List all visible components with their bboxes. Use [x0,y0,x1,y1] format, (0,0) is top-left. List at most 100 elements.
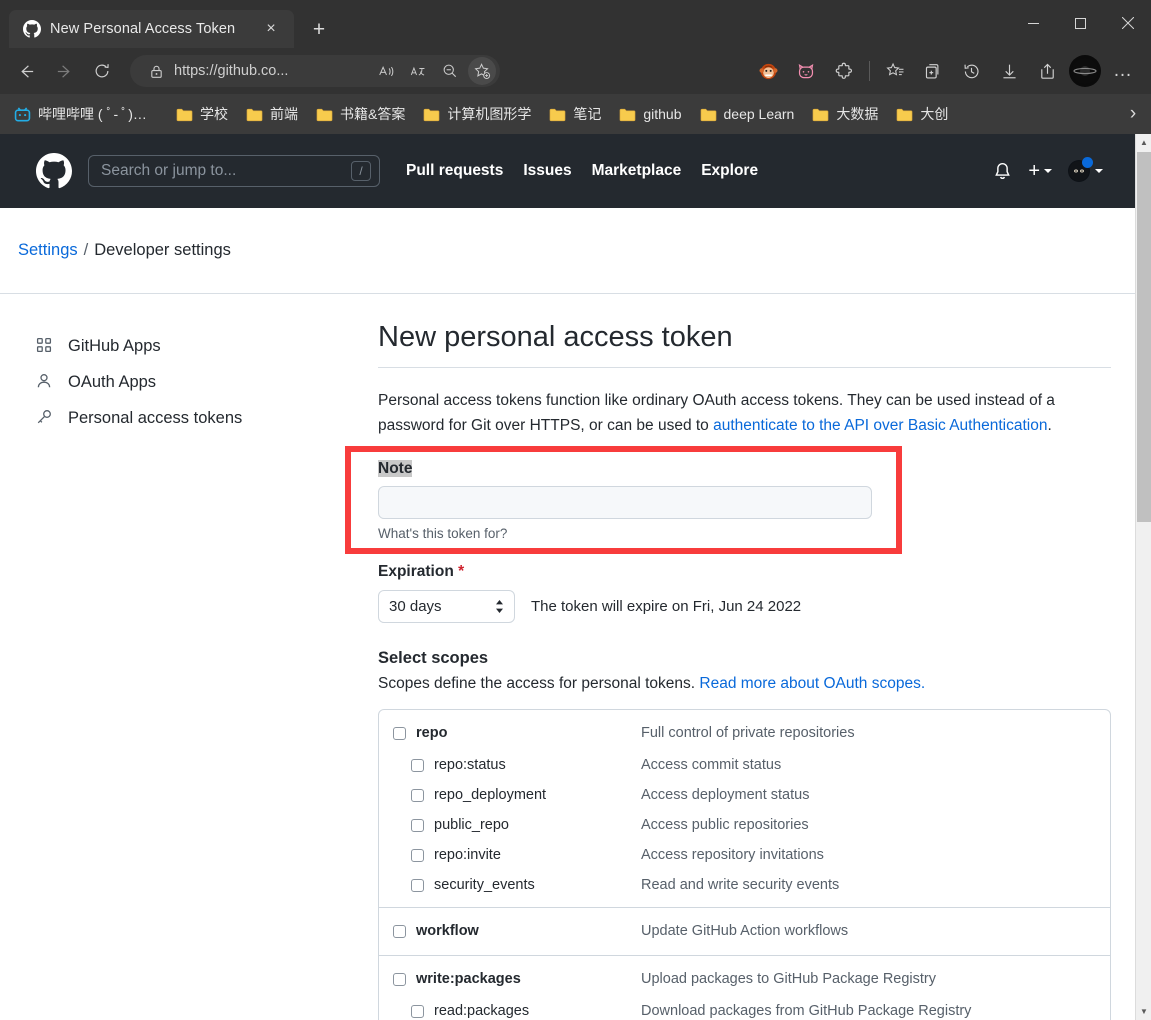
api-auth-link[interactable]: authenticate to the API over Basic Authe… [713,417,1047,434]
header-right: + [993,157,1119,183]
nav-marketplace[interactable]: Marketplace [592,162,682,180]
oauth-scopes-link[interactable]: Read more about OAuth scopes. [699,675,925,692]
sidebar-item-github-apps[interactable]: GitHub Apps [36,328,378,364]
bell-icon[interactable] [993,162,1012,181]
close-window-icon[interactable] [1104,0,1151,46]
minimize-icon[interactable] [1010,0,1057,46]
new-tab-button[interactable]: + [302,12,336,46]
scope-row[interactable]: repo Full control of private repositorie… [379,716,1110,750]
add-favorite-icon[interactable] [468,57,496,85]
intro-paragraph: Personal access tokens function like ord… [378,388,1058,438]
note-input[interactable] [378,486,872,520]
browser-tab[interactable]: New Personal Access Token × [9,10,294,48]
translate-icon[interactable] [404,57,432,85]
history-icon[interactable] [953,54,989,88]
scope-row[interactable]: repo:status Access commit status [379,750,1110,780]
create-new-button[interactable]: + [1028,160,1052,183]
expiration-label-text: Expiration [378,563,454,581]
sidebar-item-oauth-apps[interactable]: OAuth Apps [36,364,378,400]
downloads-icon[interactable] [991,54,1027,88]
refresh-icon[interactable] [84,54,120,88]
github-page: Search or jump to... / Pull requests Iss… [0,134,1135,1020]
scope-description: Access deployment status [641,787,810,804]
nav-pull-requests[interactable]: Pull requests [406,162,503,180]
settings-and-more-icon[interactable]: … [1105,54,1141,88]
bookmark-item[interactable]: 笔记 [541,100,609,128]
breadcrumb: Settings / Developer settings [0,208,1135,294]
scope-name: security_events [434,877,535,894]
scope-checkbox[interactable] [411,758,424,772]
forward-arrow-icon[interactable] [46,54,82,88]
scope-checkbox[interactable] [393,924,406,938]
scroll-down-arrow-icon[interactable]: ▼ [1136,1003,1151,1020]
scope-row[interactable]: repo:invite Access repository invitation… [379,840,1110,870]
scope-name: repo:status [434,757,506,774]
github-header: Search or jump to... / Pull requests Iss… [0,134,1135,208]
note-help-text: What's this token for? [378,526,508,542]
cat-extension-icon[interactable] [788,54,824,88]
chevron-right-icon[interactable]: › [1119,100,1147,128]
close-tab-icon[interactable]: × [258,16,284,42]
bookmark-item[interactable]: 大创 [888,100,956,128]
extensions-puzzle-icon[interactable] [826,54,862,88]
bookmark-item[interactable]: deep Learn [692,100,803,128]
notification-dot [1082,157,1093,168]
scope-checkbox[interactable] [411,788,424,802]
scope-checkbox[interactable] [393,726,406,740]
bookmark-item[interactable]: 书籍&答案 [308,100,413,128]
scope-row[interactable]: workflow Update GitHub Action workflows [379,914,1110,948]
maximize-icon[interactable] [1057,0,1104,46]
folder-icon [176,107,193,122]
back-arrow-icon[interactable] [8,54,44,88]
page-scrollbar[interactable]: ▲ ▼ [1135,134,1151,1020]
user-menu[interactable] [1068,157,1103,182]
nav-explore[interactable]: Explore [701,162,758,180]
page-content: GitHub Apps OAuth Apps Personal access t… [0,294,1135,1020]
scope-checkbox[interactable] [411,848,424,862]
bookmark-item[interactable]: github [611,100,689,128]
favorites-icon[interactable] [877,54,913,88]
profile-avatar[interactable] [1069,55,1101,87]
scope-group-repo: repo Full control of private repositorie… [379,710,1110,907]
scope-checkbox[interactable] [411,878,424,892]
scope-description: Upload packages to GitHub Package Regist… [641,971,936,988]
scope-row[interactable]: security_events Read and write security … [379,870,1110,900]
bookmark-item[interactable]: 前端 [238,100,306,128]
nav-issues[interactable]: Issues [523,162,571,180]
bookmarks-bar: 哔哩哔哩 ( ﾟ- ﾟ)つ... 学校 前端 书籍&答案 计算机图形学 笔记 g… [0,94,1151,134]
scrollbar-thumb[interactable] [1137,152,1151,522]
scope-row[interactable]: public_repo Access public repositories [379,810,1110,840]
scope-name: public_repo [434,817,509,834]
scope-description: Read and write security events [641,877,840,894]
sidebar-item-personal-access-tokens[interactable]: Personal access tokens [36,400,378,436]
bookmark-item[interactable]: 哔哩哔哩 ( ﾟ- ﾟ)つ... [6,100,166,128]
window-controls [1010,0,1151,46]
folder-icon [246,107,263,122]
address-bar[interactable]: https://github.co... [130,55,500,87]
search-input[interactable]: Search or jump to... / [88,155,380,187]
scope-row[interactable]: write:packages Upload packages to GitHub… [379,962,1110,996]
expiration-group: Expiration * 30 days The token will expi… [378,563,1111,624]
plus-icon: + [1028,159,1040,182]
scope-checkbox[interactable] [411,818,424,832]
collections-icon[interactable] [915,54,951,88]
read-aloud-icon[interactable] [372,57,400,85]
scope-description: Full control of private repositories [641,725,855,742]
bookmark-item[interactable]: 计算机图形学 [415,100,539,128]
lock-icon [142,57,170,85]
scope-row[interactable]: read:packages Download packages from Git… [379,996,1110,1020]
expiration-select[interactable]: 30 days [378,590,515,624]
bookmark-item[interactable]: 学校 [168,100,236,128]
scope-row[interactable]: repo_deployment Access deployment status [379,780,1110,810]
breadcrumb-settings-link[interactable]: Settings [18,241,78,260]
monkey-extension-icon[interactable] [750,54,786,88]
bookmark-label: 书籍&答案 [340,106,406,122]
scope-checkbox[interactable] [411,1004,424,1018]
scroll-up-arrow-icon[interactable]: ▲ [1136,134,1151,151]
bookmark-item[interactable]: 大数据 [804,100,886,128]
scope-name: read:packages [434,1003,530,1020]
github-mark-icon[interactable] [36,153,72,189]
scope-checkbox[interactable] [393,972,406,986]
share-icon[interactable] [1029,54,1065,88]
zoom-out-icon[interactable] [436,57,464,85]
